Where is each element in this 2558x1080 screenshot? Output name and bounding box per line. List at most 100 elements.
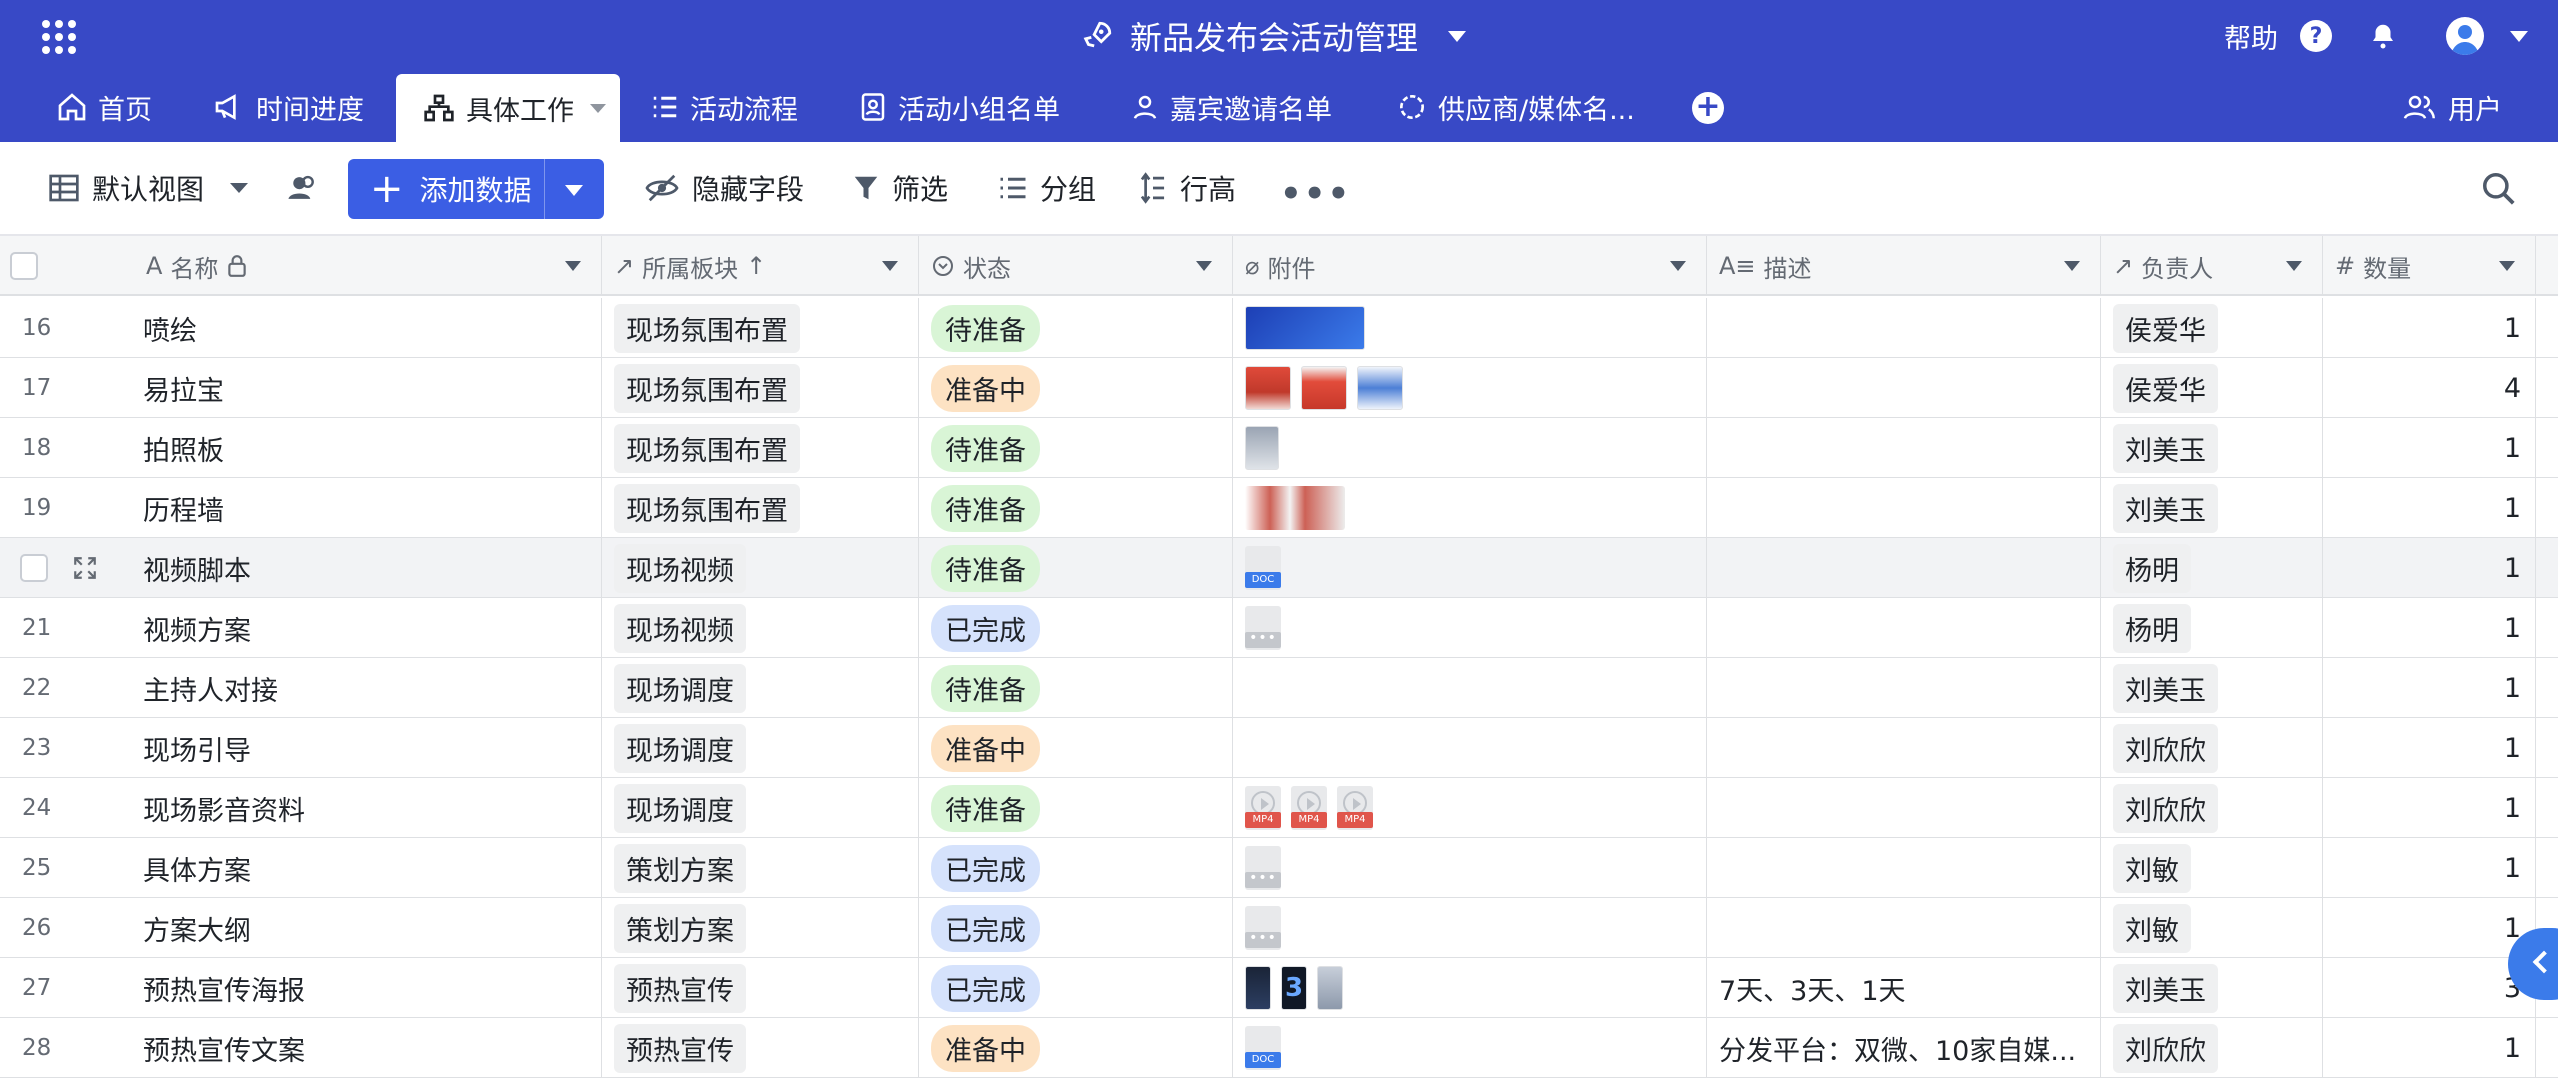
name-cell[interactable]: 主持人对接	[140, 658, 602, 718]
table-row[interactable]: 24 现场影音资料 现场调度 待准备 MP4 MP4 MP4 刘欣欣 1	[0, 778, 2558, 838]
description-cell[interactable]: 分发平台：双微、10家自媒...	[1707, 1018, 2101, 1078]
name-cell[interactable]: 预热宣传海报	[140, 958, 602, 1018]
generic-file-icon[interactable]: •••	[1245, 606, 1281, 650]
column-header-quantity[interactable]: # 数量	[2323, 236, 2536, 296]
select-all-checkbox[interactable]	[10, 252, 38, 280]
column-header-name[interactable]: A 名称	[140, 236, 602, 296]
table-row[interactable]: 22 主持人对接 现场调度 待准备 刘美玉 1	[0, 658, 2558, 718]
description-cell[interactable]: 7天、3天、1天	[1707, 958, 2101, 1018]
tab-menu-chevron-icon[interactable]	[590, 103, 606, 113]
name-cell[interactable]: 喷绘	[140, 298, 602, 358]
block-cell[interactable]: 现场视频	[602, 538, 919, 598]
attachment-cell[interactable]	[1233, 478, 1707, 538]
name-cell[interactable]: 方案大纲	[140, 898, 602, 958]
status-cell[interactable]: 已完成	[919, 898, 1233, 958]
block-cell[interactable]: 现场氛围布置	[602, 418, 919, 478]
status-cell[interactable]: 准备中	[919, 718, 1233, 778]
table-row[interactable]: 23 现场引导 现场调度 准备中 刘欣欣 1	[0, 718, 2558, 778]
help-question-icon[interactable]: ?	[2300, 20, 2332, 52]
block-cell[interactable]: 现场氛围布置	[602, 298, 919, 358]
quantity-cell[interactable]: 3	[2323, 958, 2536, 1018]
column-header-description[interactable]: A≡ 描述	[1707, 236, 2101, 296]
description-cell[interactable]	[1707, 658, 2101, 718]
attachment-thumbnail[interactable]	[1245, 306, 1365, 350]
description-cell[interactable]	[1707, 358, 2101, 418]
attachment-cell[interactable]: DOC	[1233, 1018, 1707, 1078]
video-file-icon[interactable]: MP4	[1245, 786, 1281, 830]
description-cell[interactable]	[1707, 538, 2101, 598]
attachment-cell[interactable]	[1233, 298, 1707, 358]
quantity-cell[interactable]: 1	[2323, 298, 2536, 358]
doc-file-icon[interactable]: DOC	[1245, 546, 1281, 590]
column-menu-icon[interactable]	[2286, 261, 2302, 271]
block-cell[interactable]: 现场视频	[602, 598, 919, 658]
attachment-thumbnail[interactable]	[1245, 966, 1271, 1010]
quantity-cell[interactable]: 1	[2323, 538, 2536, 598]
owner-cell[interactable]: 刘欣欣	[2101, 718, 2323, 778]
attachment-cell[interactable]: •••	[1233, 898, 1707, 958]
block-cell[interactable]: 策划方案	[602, 898, 919, 958]
description-cell[interactable]	[1707, 298, 2101, 358]
app-title-switcher[interactable]: 新品发布会活动管理	[1080, 14, 1467, 58]
account-chevron-down-icon[interactable]	[2510, 30, 2528, 42]
description-cell[interactable]	[1707, 838, 2101, 898]
tab-team-list[interactable]: 活动小组名单	[858, 72, 1060, 142]
search-icon[interactable]	[2480, 170, 2518, 208]
status-cell[interactable]: 准备中	[919, 358, 1233, 418]
quantity-cell[interactable]: 1	[2323, 478, 2536, 538]
attachment-thumbnail[interactable]	[1245, 426, 1279, 470]
group-button[interactable]: 分组	[998, 142, 1096, 234]
help-link[interactable]: 帮助	[2224, 17, 2278, 56]
attachment-cell[interactable]	[1233, 658, 1707, 718]
column-header-block[interactable]: ↗ 所属板块 ↑	[602, 236, 919, 296]
hide-fields-button[interactable]: 隐藏字段	[644, 142, 804, 234]
owner-cell[interactable]: 刘美玉	[2101, 478, 2323, 538]
block-cell[interactable]: 策划方案	[602, 838, 919, 898]
quantity-cell[interactable]: 1	[2323, 718, 2536, 778]
quantity-cell[interactable]: 1	[2323, 1018, 2536, 1078]
attachment-cell[interactable]: MP4 MP4 MP4	[1233, 778, 1707, 838]
attachment-cell[interactable]	[1233, 718, 1707, 778]
block-cell[interactable]: 现场调度	[602, 658, 919, 718]
owner-cell[interactable]: 侯爱华	[2101, 298, 2323, 358]
block-cell[interactable]: 现场调度	[602, 778, 919, 838]
status-cell[interactable]: 待准备	[919, 538, 1233, 598]
app-grid-icon[interactable]	[42, 20, 76, 54]
table-row[interactable]: 27 预热宣传海报 预热宣传 已完成 3 7天、3天、1天 刘美玉 3	[0, 958, 2558, 1018]
avatar[interactable]	[2446, 17, 2484, 55]
attachment-thumbnail[interactable]	[1317, 966, 1343, 1010]
block-cell[interactable]: 预热宣传	[602, 958, 919, 1018]
add-options-chevron-icon[interactable]	[565, 185, 583, 196]
collaborators-button[interactable]	[286, 142, 320, 234]
attachment-cell[interactable]: •••	[1233, 598, 1707, 658]
attachment-thumbnail[interactable]	[1357, 366, 1403, 410]
name-cell[interactable]: 易拉宝	[140, 358, 602, 418]
name-cell[interactable]: 具体方案	[140, 838, 602, 898]
name-cell[interactable]: 预热宣传文案	[140, 1018, 602, 1078]
status-cell[interactable]: 已完成	[919, 838, 1233, 898]
tab-tasks[interactable]: 具体工作	[396, 74, 620, 142]
table-row[interactable]: 26 方案大纲 策划方案 已完成 ••• 刘敏 1	[0, 898, 2558, 958]
more-options-icon[interactable]: •••	[1280, 174, 1351, 214]
name-cell[interactable]: 历程墙	[140, 478, 602, 538]
quantity-cell[interactable]: 1	[2323, 658, 2536, 718]
quantity-cell[interactable]: 1	[2323, 898, 2536, 958]
generic-file-icon[interactable]: •••	[1245, 846, 1281, 890]
column-header-status[interactable]: 状态	[919, 236, 1233, 296]
owner-cell[interactable]: 刘敏	[2101, 898, 2323, 958]
attachment-thumbnail[interactable]	[1245, 366, 1291, 410]
table-row[interactable]: 21 视频方案 现场视频 已完成 ••• 杨明 1	[0, 598, 2558, 658]
block-cell[interactable]: 现场氛围布置	[602, 478, 919, 538]
add-record-button[interactable]: + 添加数据	[348, 159, 604, 219]
users-button[interactable]: 用户	[2402, 72, 2502, 142]
attachment-cell[interactable]: 3	[1233, 958, 1707, 1018]
table-row[interactable]: 25 具体方案 策划方案 已完成 ••• 刘敏 1	[0, 838, 2558, 898]
tab-guest-list[interactable]: 嘉宾邀请名单	[1130, 72, 1332, 142]
block-cell[interactable]: 预热宣传	[602, 1018, 919, 1078]
attachment-cell[interactable]	[1233, 358, 1707, 418]
quantity-cell[interactable]: 1	[2323, 838, 2536, 898]
video-file-icon[interactable]: MP4	[1337, 786, 1373, 830]
status-cell[interactable]: 待准备	[919, 778, 1233, 838]
quantity-cell[interactable]: 1	[2323, 418, 2536, 478]
table-row[interactable]: 16 喷绘 现场氛围布置 待准备 侯爱华 1	[0, 298, 2558, 358]
